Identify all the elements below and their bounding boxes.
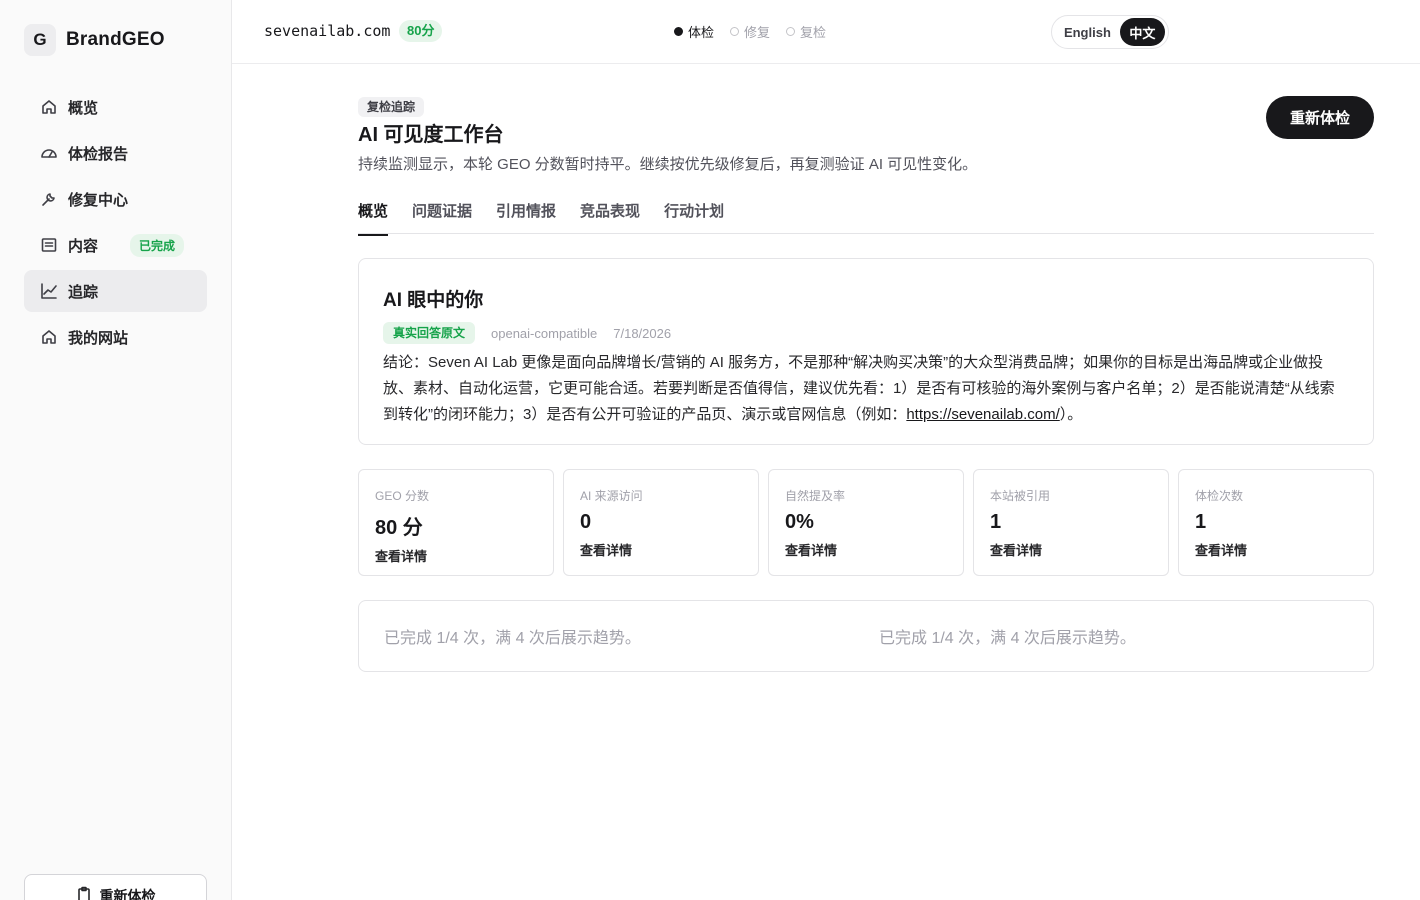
sidebar-item-label: 修复中心 [68,191,129,209]
stat-card-citations[interactable]: 本站被引用 1 查看详情 [973,469,1169,576]
chart-line-icon [40,282,58,300]
ai-answer-text: 结论：Seven AI Lab 更像是面向品牌增长/营销的 AI 服务方，不是那… [383,350,1349,428]
stat-value: 0% [785,511,814,533]
lang-chinese-button[interactable]: 中文 [1119,18,1165,46]
sidebar: G BrandGEO 概览 体检报告 修复中心 内容 已完成 追踪 我的网站 重… [0,0,232,900]
lang-english-button[interactable]: English [1055,18,1120,46]
step-recheck[interactable]: 复检 [786,22,826,41]
brand-logo[interactable]: G BrandGEO [24,24,165,56]
model-source: openai-compatible [491,325,598,341]
stat-detail-link[interactable]: 查看详情 [580,540,742,559]
tab-overview[interactable]: 概览 [358,198,389,236]
sidebar-item-tracking[interactable]: 追踪 [24,270,207,312]
sidebar-nav: 概览 体检报告 修复中心 内容 已完成 追踪 我的网站 [24,86,207,362]
stat-label: 自然提及率 [785,489,846,503]
wrench-icon [40,190,58,208]
stat-value: 80 分 [375,517,423,539]
stat-value: 1 [990,511,1002,533]
recheck-button[interactable]: 重新体检 [1266,96,1374,139]
home-icon [40,328,58,346]
step-label: 修复 [744,25,771,40]
stat-label: GEO 分数 [375,489,430,503]
sidebar-item-label: 我的网站 [68,329,129,347]
stat-detail-link[interactable]: 查看详情 [785,540,947,559]
ai-perception-card: AI 眼中的你 真实回答原文 openai-compatible 7/18/20… [358,258,1374,445]
sidebar-item-label: 追踪 [68,283,99,301]
section-tag: 复检追踪 [358,97,425,117]
step-label: 体检 [688,25,715,40]
answer-tail: ）。 [1059,406,1083,423]
tab-competitors[interactable]: 竞品表现 [580,198,640,234]
sidebar-item-overview[interactable]: 概览 [24,86,207,128]
stats-row: GEO 分数 80 分 查看详情 AI 来源访问 0 查看详情 自然提及率 0%… [358,469,1374,576]
clipboard-icon [76,886,92,900]
sidebar-item-label: 内容 [68,237,99,255]
score-badge: 80分 [399,20,443,42]
sidebar-recheck-label: 重新体检 [99,888,156,900]
tab-evidence[interactable]: 问题证据 [412,198,472,234]
app-root: G BrandGEO 概览 体检报告 修复中心 内容 已完成 追踪 我的网站 重… [0,0,1420,900]
brand-name: BrandGEO [66,29,165,50]
stat-label: AI 来源访问 [580,489,643,503]
tab-action-plan[interactable]: 行动计划 [664,198,724,234]
sidebar-item-content[interactable]: 内容 已完成 [24,224,207,266]
step-dot-icon [786,27,796,36]
stat-value: 0 [580,511,592,533]
tab-bar: 概览 问题证据 引用情报 竞品表现 行动计划 [358,198,1374,236]
stat-card-ai-visits[interactable]: AI 来源访问 0 查看详情 [563,469,759,576]
sidebar-item-my-sites[interactable]: 我的网站 [24,316,207,358]
page-title: AI 可见度工作台 [358,124,504,146]
stat-value: 1 [1195,511,1207,533]
step-checkup[interactable]: 体检 [674,22,714,41]
tab-citations[interactable]: 引用情报 [496,198,556,234]
trend-empty-message-left: 已完成 1/4 次，满 4 次后展示趋势。 [384,630,641,647]
answer-meta: 真实回答原文 openai-compatible 7/18/2026 [383,322,1349,344]
step-dot-icon [730,27,740,36]
workflow-steps: 体检 修复 复检 [674,22,826,41]
language-switch: English 中文 [1051,15,1169,49]
answer-link[interactable]: https://sevenailab.com/ [906,406,1059,423]
document-icon [40,236,58,254]
logo-mark: G [24,24,56,56]
stat-card-mention-rate[interactable]: 自然提及率 0% 查看详情 [768,469,964,576]
gauge-icon [40,144,58,162]
sidebar-recheck-button[interactable]: 重新体检 [24,874,207,900]
sidebar-item-report[interactable]: 体检报告 [24,132,207,174]
home-icon [40,98,58,116]
page-description: 持续监测显示，本轮 GEO 分数暂时持平。继续按优先级修复后，再复测验证 AI … [358,156,978,173]
stat-label: 体检次数 [1195,489,1244,503]
step-repair[interactable]: 修复 [730,22,770,41]
trend-card: 已完成 1/4 次，满 4 次后展示趋势。 已完成 1/4 次，满 4 次后展示… [358,600,1374,672]
card-title: AI 眼中的你 [383,290,484,311]
status-badge: 已完成 [130,233,185,257]
step-label: 复检 [800,25,827,40]
stat-card-geo-score[interactable]: GEO 分数 80 分 查看详情 [358,469,554,576]
sidebar-item-label: 概览 [68,99,99,117]
site-domain: sevenailab.com [264,22,391,40]
stat-card-checkup-count[interactable]: 体检次数 1 查看详情 [1178,469,1374,576]
answer-body: 结论：Seven AI Lab 更像是面向品牌增长/营销的 AI 服务方，不是那… [383,354,1335,423]
sidebar-item-repair[interactable]: 修复中心 [24,178,207,220]
stat-detail-link[interactable]: 查看详情 [375,546,537,565]
stat-detail-link[interactable]: 查看详情 [1195,540,1357,559]
sidebar-item-label: 体检报告 [68,145,129,163]
stat-label: 本站被引用 [990,489,1051,503]
step-dot-icon [674,27,683,36]
trend-empty-message-right: 已完成 1/4 次，满 4 次后展示趋势。 [879,630,1136,647]
topbar: sevenailab.com 80分 体检 修复 复检 English 中文 [232,0,1420,64]
answer-source-tag: 真实回答原文 [383,322,476,344]
answer-date: 7/18/2026 [613,325,672,341]
stat-detail-link[interactable]: 查看详情 [990,540,1152,559]
